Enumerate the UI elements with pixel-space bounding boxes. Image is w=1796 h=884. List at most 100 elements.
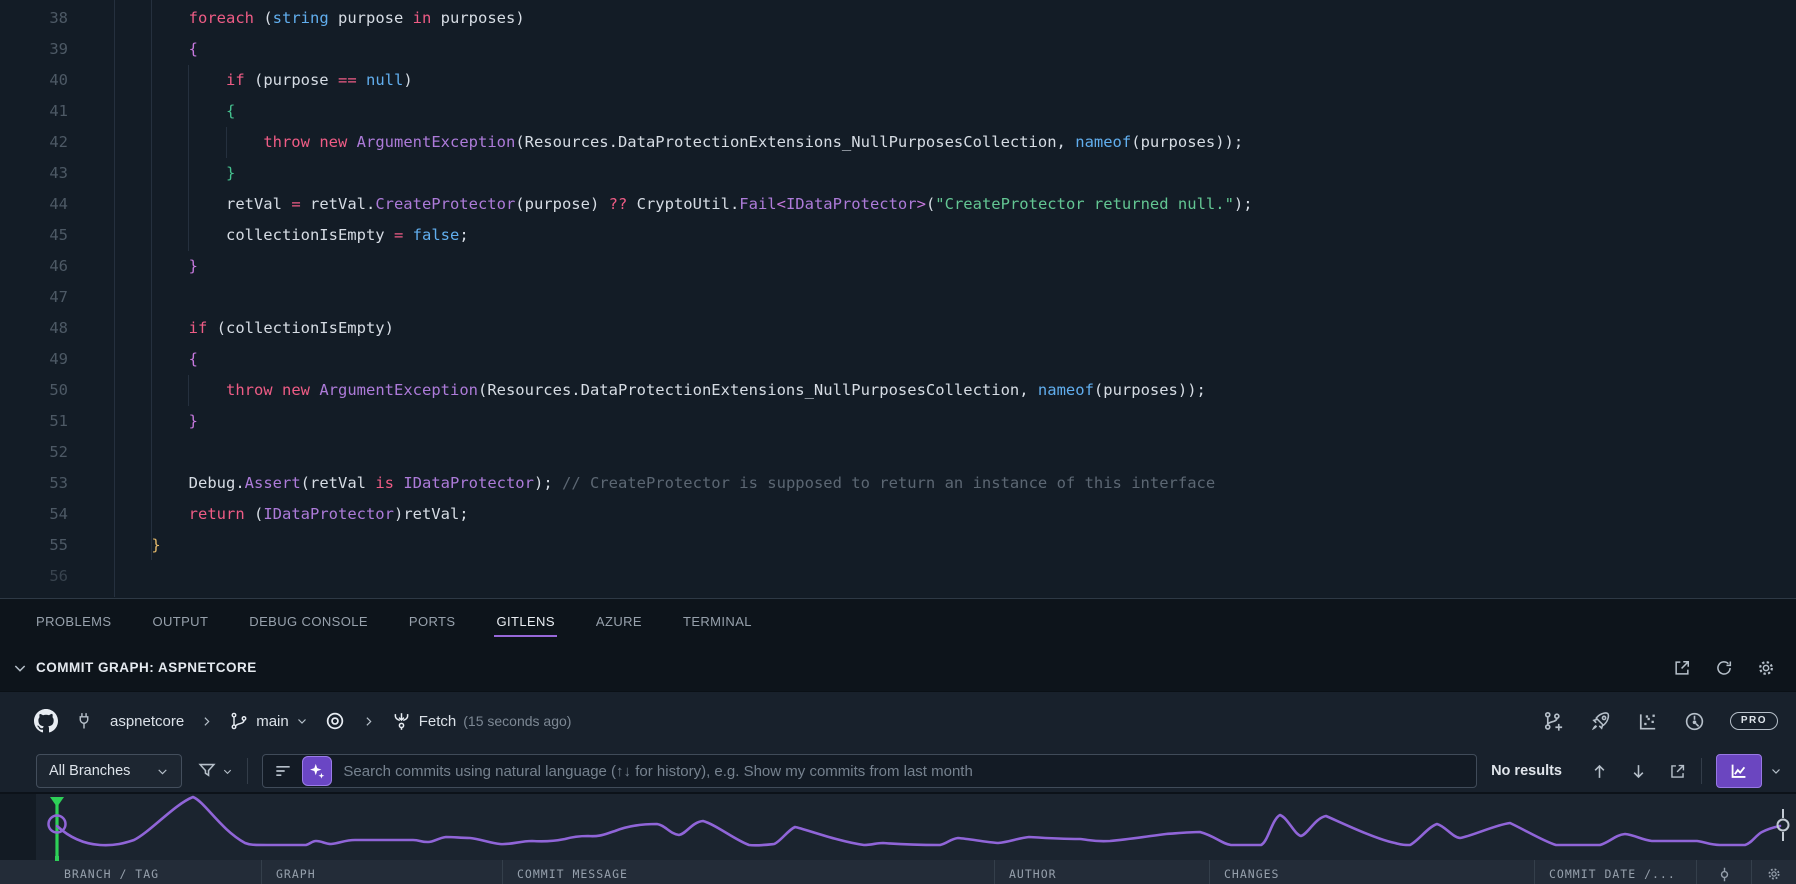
search-results-status: No results <box>1491 763 1562 779</box>
commit-search-input[interactable] <box>341 761 1467 781</box>
commit-graph-toolbar: aspnetcore main Fetch (15 seconds ago) P… <box>0 692 1796 750</box>
code-line[interactable]: 49 { <box>0 344 1796 375</box>
line-number: 49 <box>49 350 68 368</box>
filter-dropdown[interactable] <box>196 760 233 782</box>
commit-node-column-icon[interactable] <box>1697 860 1752 884</box>
fetch-button[interactable]: Fetch (15 seconds ago) <box>391 711 572 732</box>
column-header-commit-date[interactable]: COMMIT DATE /... <box>1535 860 1697 884</box>
arrow-up-icon[interactable] <box>1590 762 1609 781</box>
github-logo-icon[interactable] <box>34 709 58 733</box>
open-external-icon[interactable] <box>1672 658 1692 678</box>
code-line[interactable]: 41 { <box>0 96 1796 127</box>
fetch-time: (15 seconds ago) <box>463 713 572 729</box>
code-text: { <box>225 102 236 120</box>
code-text: retVal = retVal.CreateProtector(purpose)… <box>114 195 1253 213</box>
table-settings-gear-icon[interactable] <box>1752 860 1796 884</box>
plug-icon[interactable] <box>74 711 94 731</box>
open-external-icon[interactable] <box>1668 762 1687 781</box>
commit-activity-minimap[interactable] <box>0 792 1796 860</box>
code-line[interactable]: 40 if (purpose == null) <box>0 65 1796 96</box>
code-text: collectionIsEmpty = false; <box>114 226 469 244</box>
line-number: 40 <box>49 71 68 89</box>
tab-ports[interactable]: PORTS <box>409 614 456 629</box>
line-number: 45 <box>49 226 68 244</box>
chevron-down-icon <box>156 765 169 778</box>
chevron-down-icon[interactable] <box>1770 765 1782 777</box>
branch-marker-stub <box>55 856 59 861</box>
line-number: 42 <box>49 133 68 151</box>
code-text: foreach (string purpose in purposes) <box>188 9 525 27</box>
tab-azure[interactable]: AZURE <box>596 614 642 629</box>
code-text: throw new ArgumentException(Resources.Da… <box>263 133 1244 151</box>
code-text: if (purpose == null) <box>225 71 413 89</box>
pro-badge[interactable]: PRO <box>1729 712 1778 730</box>
create-branch-icon[interactable] <box>1542 710 1565 733</box>
code-line[interactable]: 39 { <box>0 34 1796 65</box>
ai-sparkle-icon[interactable] <box>302 756 333 786</box>
code-line[interactable]: 45 collectionIsEmpty = false; <box>0 220 1796 251</box>
filter-funnel-icon <box>196 760 218 782</box>
column-header-commit-message[interactable]: COMMIT MESSAGE <box>503 860 995 884</box>
commit-search-row: All Branches Search commits using natura… <box>0 750 1796 792</box>
branches-filter-label: All Branches <box>49 763 131 779</box>
commit-graph-section-header: COMMIT GRAPH: ASPNETCORE <box>0 644 1796 692</box>
code-line[interactable]: 51 } <box>0 406 1796 437</box>
filter-lines-icon[interactable] <box>273 761 293 781</box>
line-number: 43 <box>49 164 68 182</box>
chevron-right-icon <box>362 715 375 728</box>
code-line[interactable]: 48 if (collectionIsEmpty) <box>0 313 1796 344</box>
code-line[interactable]: 54 return (IDataProtector)retVal; <box>0 499 1796 530</box>
commit-search-box <box>262 754 1478 788</box>
column-header-author[interactable]: AUTHOR <box>995 860 1210 884</box>
code-line[interactable]: 46 } <box>0 251 1796 282</box>
code-text: if (collectionIsEmpty) <box>188 319 394 337</box>
code-line[interactable]: 47 <box>0 282 1796 313</box>
tab-output[interactable]: OUTPUT <box>152 614 208 629</box>
collapse-chevron-icon[interactable] <box>12 660 28 676</box>
code-text: } <box>151 536 161 554</box>
fetch-icon <box>391 711 412 732</box>
commit-graph-icon[interactable] <box>1683 710 1706 733</box>
code-line[interactable]: 43 } <box>0 158 1796 189</box>
line-chart-toggle-button[interactable] <box>1716 754 1762 788</box>
line-number: 41 <box>49 102 68 120</box>
branch-selector[interactable]: main <box>229 711 308 731</box>
divider <box>247 758 249 784</box>
code-line[interactable]: 52 <box>0 437 1796 468</box>
code-line[interactable]: 50 throw new ArgumentException(Resources… <box>0 375 1796 406</box>
line-number: 54 <box>49 505 68 523</box>
commit-table-header: BRANCH / TAG GRAPH COMMIT MESSAGE AUTHOR CHA… <box>0 860 1796 884</box>
code-text: } <box>188 257 198 275</box>
column-header-branch-tag[interactable]: BRANCH / TAG <box>0 860 262 884</box>
arrow-down-icon[interactable] <box>1629 762 1648 781</box>
rocket-icon[interactable] <box>1589 710 1612 733</box>
line-number: 44 <box>49 195 68 213</box>
code-text: { <box>188 40 198 58</box>
code-editor[interactable]: 38 foreach (string purpose in purposes) 3… <box>0 0 1796 598</box>
tab-problems[interactable]: PROBLEMS <box>36 614 111 629</box>
git-branch-icon <box>229 711 249 731</box>
column-header-changes[interactable]: CHANGES <box>1210 860 1535 884</box>
code-line[interactable]: 53 Debug.Assert(retVal is IDataProtector… <box>0 468 1796 499</box>
target-icon[interactable] <box>324 710 346 732</box>
code-text: throw new ArgumentException(Resources.Da… <box>225 381 1206 399</box>
tab-gitlens[interactable]: GITLENS <box>494 614 558 637</box>
code-line[interactable]: 56 <box>0 561 1796 592</box>
branches-filter-dropdown[interactable]: All Branches <box>36 754 183 788</box>
column-header-graph[interactable]: GRAPH <box>262 860 503 884</box>
repo-name[interactable]: aspnetcore <box>110 713 184 730</box>
line-number: 48 <box>49 319 68 337</box>
tab-debug-console[interactable]: DEBUG CONSOLE <box>249 614 368 629</box>
code-line[interactable]: 44 retVal = retVal.CreateProtector(purpo… <box>0 189 1796 220</box>
settings-gear-icon[interactable] <box>1756 658 1776 678</box>
code-line[interactable]: 42 throw new ArgumentException(Resources… <box>0 127 1796 158</box>
tab-terminal[interactable]: TERMINAL <box>683 614 752 629</box>
code-line[interactable]: 55 } <box>0 530 1796 561</box>
line-number: 51 <box>49 412 68 430</box>
line-number: 47 <box>49 288 68 306</box>
scatter-chart-icon[interactable] <box>1636 710 1659 733</box>
refresh-icon[interactable] <box>1714 658 1734 678</box>
code-line[interactable]: 38 foreach (string purpose in purposes) <box>0 3 1796 34</box>
